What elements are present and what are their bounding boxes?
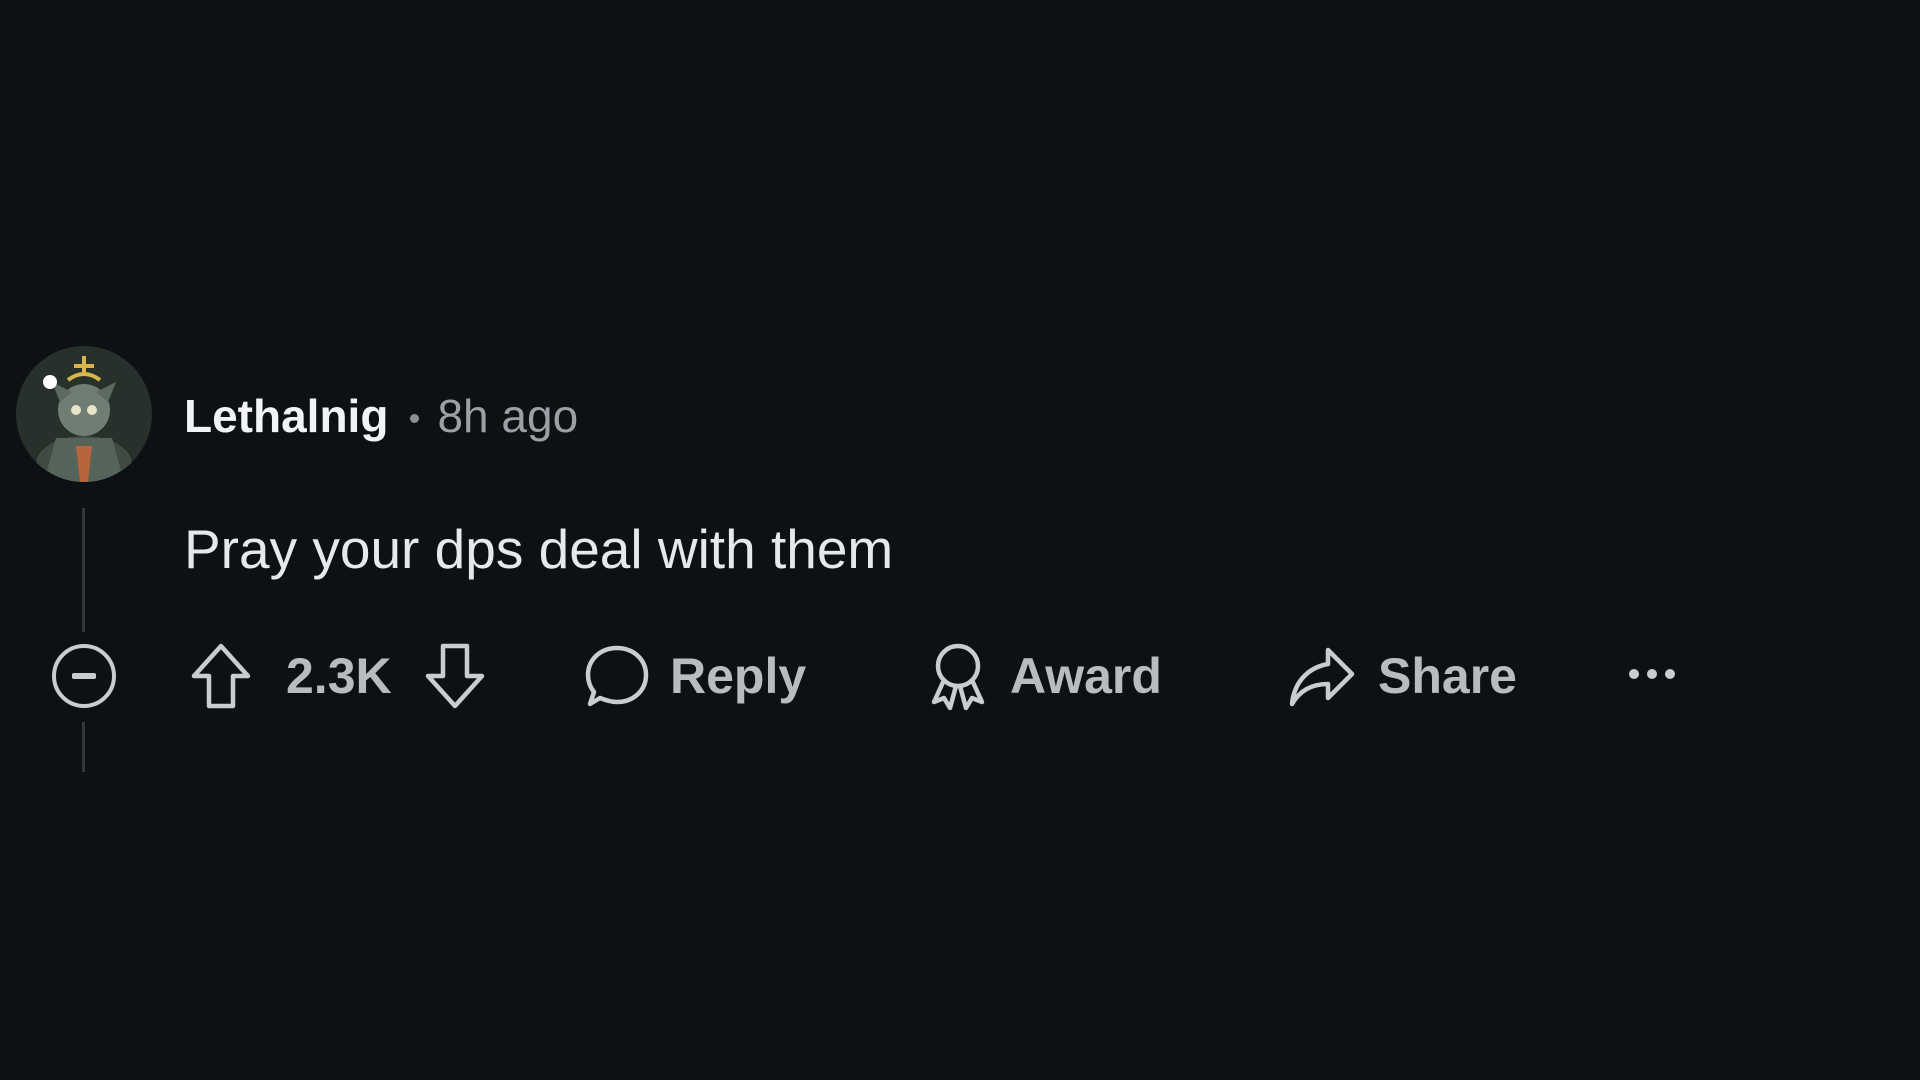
separator-dot xyxy=(410,413,420,423)
comment-meta: Lethalnig 8h ago xyxy=(184,386,578,446)
speech-bubble-icon xyxy=(585,645,649,707)
share-arrow-icon xyxy=(1289,647,1355,707)
award-ribbon-icon xyxy=(931,643,985,711)
avatar-image xyxy=(16,346,152,482)
vote-count: 2.3K xyxy=(286,640,392,712)
arrow-up-icon xyxy=(191,643,251,709)
avatar[interactable] xyxy=(16,346,152,482)
reply-label: Reply xyxy=(670,648,807,704)
upvote-button[interactable] xyxy=(188,640,254,712)
username[interactable]: Lethalnig xyxy=(184,389,388,443)
award-button[interactable]: Award xyxy=(926,640,1162,712)
vote-count-label: 2.3K xyxy=(286,648,392,704)
comment-action-bar: 2.3K Reply Award Share xyxy=(0,640,1920,712)
more-options-button[interactable] xyxy=(1626,640,1678,712)
downvote-button[interactable] xyxy=(422,640,488,712)
comment: Lethalnig 8h ago Pray your dps deal with… xyxy=(0,0,1920,1080)
arrow-down-icon xyxy=(425,643,485,709)
award-label: Award xyxy=(1010,648,1162,704)
share-button[interactable]: Share xyxy=(1288,640,1517,712)
thread-line[interactable] xyxy=(82,508,85,632)
reply-button[interactable]: Reply xyxy=(584,640,806,712)
share-label: Share xyxy=(1378,648,1517,704)
thread-line-lower[interactable] xyxy=(82,722,85,772)
timestamp[interactable]: 8h ago xyxy=(437,389,578,443)
comment-body: Pray your dps deal with them xyxy=(184,518,894,580)
ellipsis-icon xyxy=(1629,669,1675,679)
